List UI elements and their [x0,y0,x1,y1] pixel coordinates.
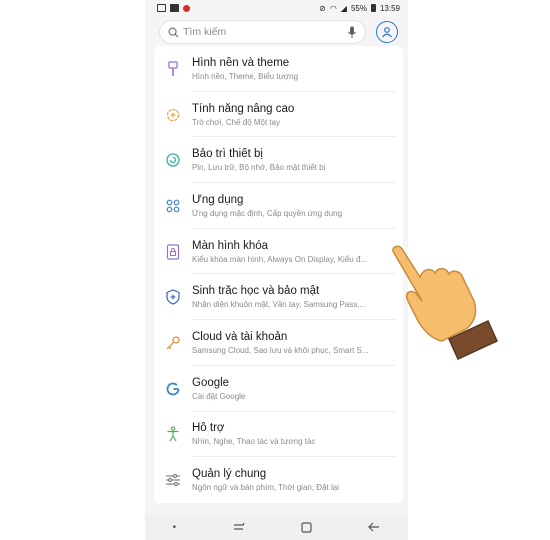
wifi-icon: ◠ [329,3,337,13]
item-subtitle: Trò chơi, Chế độ Một tay [192,117,281,127]
search-input[interactable]: Tìm kiếm [183,26,347,38]
item-title: Hỗ trợ [192,422,225,435]
item-subtitle: Ứng dụng mặc định, Cấp quyền ứng dụng [192,208,343,218]
nav-dot-icon[interactable]: • [173,522,177,533]
item-title: Cloud và tài khoản [192,330,288,343]
mute-icon: ⊘ [319,3,326,13]
item-subtitle: Cài đặt Google [192,391,246,401]
app-notification-icon [183,4,190,12]
refresh-circle-icon [166,153,180,167]
settings-item-biometrics-security[interactable]: Sinh trắc học và bảo mật Nhận diện khuôn … [154,274,403,320]
shield-icon [166,289,180,305]
item-subtitle: Kiểu khóa màn hình, Always On Display, K… [192,254,368,264]
brush-icon [168,61,178,76]
account-button[interactable] [376,21,398,43]
item-subtitle: Nhìn, Nghe, Thao tác và tương tác [192,437,316,447]
item-subtitle: Nhận diện khuôn mặt, Vân tay, Samsung Pa… [192,300,367,310]
signal-icon: ◢ [340,3,347,13]
home-icon[interactable] [301,521,312,533]
settings-item-advanced-features[interactable]: Tính năng nâng cao Trò chơi, Chế độ Một t… [154,92,403,138]
item-title: Màn hình khóa [192,239,269,252]
battery-percent: 55% [350,3,367,13]
gear-plus-icon [166,108,180,121]
item-title: Google [192,376,230,389]
search-icon [168,27,179,38]
settings-item-wallpaper-themes[interactable]: Hình nền và theme Hình nền, Theme, Biểu t… [154,46,403,92]
google-icon [166,382,180,395]
key-icon [166,336,180,350]
phone-screen: ⊘ ◠ ◢ 55% 13:59 Tìm kiếm Hình nền và the… [145,0,408,540]
item-subtitle: Hình nền, Theme, Biểu tượng [192,71,299,81]
settings-item-general-management[interactable]: Quản lý chung Ngôn ngữ và bàn phím, Thời … [154,457,403,503]
pointing-hand-icon [392,245,498,360]
item-title: Tính năng nâng cao [192,102,295,115]
item-title: Hình nền và theme [192,56,290,69]
item-subtitle: Samsung Cloud, Sao lưu và khôi phục, Sma… [192,345,369,355]
settings-item-accessibility[interactable]: Hỗ trợ Nhìn, Nghe, Thao tác và tương tác [154,412,403,458]
item-title: Sinh trắc học và bảo mật [192,285,320,298]
facebook-notification-icon [170,4,179,12]
navigation-bar: • [145,514,408,540]
apps-grid-icon [166,199,180,213]
back-icon[interactable] [367,522,380,532]
settings-item-apps[interactable]: Ứng dụng Ứng dụng mặc định, Cấp quyền ứng… [154,183,403,229]
image-notification-icon [157,4,166,12]
settings-item-google[interactable]: Google Cài đặt Google [154,366,403,412]
settings-item-lock-screen[interactable]: Màn hình khóa Kiểu khóa màn hình, Always … [154,229,403,275]
status-bar: ⊘ ◠ ◢ 55% 13:59 [145,0,408,16]
microphone-icon[interactable] [347,25,357,39]
item-title: Ứng dụng [192,193,244,206]
item-subtitle: Pin, Lưu trữ, Bộ nhớ, Bảo mật thiết bị [192,163,326,173]
lock-icon [166,243,180,260]
recent-apps-icon[interactable] [232,522,246,532]
search-bar[interactable]: Tìm kiếm [159,20,366,44]
sliders-icon [166,473,180,487]
account-icon [382,27,392,38]
accessibility-icon [167,426,179,442]
item-title: Quản lý chung [192,468,267,481]
clock: 13:59 [379,3,400,13]
settings-item-cloud-accounts[interactable]: Cloud và tài khoản Samsung Cloud, Sao lưu… [154,320,403,366]
settings-list: Hình nền và theme Hình nền, Theme, Biểu t… [154,46,403,503]
battery-icon [370,4,376,12]
item-subtitle: Ngôn ngữ và bàn phím, Thời gian, Đặt lại [192,483,339,493]
item-title: Bảo trì thiết bị [192,148,263,161]
settings-item-device-maintenance[interactable]: Bảo trì thiết bị Pin, Lưu trữ, Bộ nhớ, Bả… [154,137,403,183]
